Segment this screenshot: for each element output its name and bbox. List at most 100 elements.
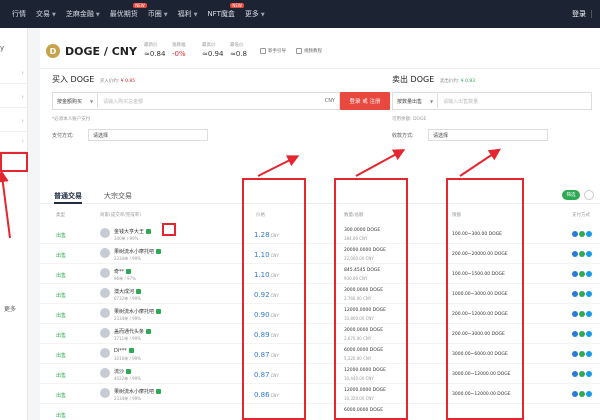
buy-title-text: 买入 DOGE — [52, 75, 95, 84]
sidebar-top-label: y — [0, 44, 5, 52]
avatar — [100, 268, 110, 278]
payment-methods — [572, 251, 593, 257]
buy-amount-input[interactable]: 请输入购买总金额 — [98, 98, 325, 105]
sell-ref-value: ¥ 0.83 — [460, 79, 476, 84]
alipay-icon — [586, 251, 592, 257]
sell-ref-price: 卖出价约: ¥ 0.83 — [440, 79, 475, 84]
verified-icon — [146, 329, 152, 334]
merchant-name[interactable]: 澳大成河 — [114, 288, 142, 295]
sidebar-item[interactable]: › — [0, 112, 28, 132]
nav-item[interactable]: 最优期货 NEW — [110, 3, 147, 19]
stat-label: 最新价 — [144, 43, 158, 48]
stat-label: 最高价 — [202, 43, 216, 48]
col-merchant: 商家(成交单/完成率) — [100, 213, 142, 218]
merchant-name[interactable]: 果树流水小摩托吧 — [114, 308, 162, 315]
book-icon — [260, 48, 266, 54]
merchant-name-text: 澳大成河 — [114, 289, 135, 295]
buy-ref-value: ¥ 0.85 — [120, 79, 136, 84]
bank-icon — [572, 251, 578, 257]
sell-pay-select[interactable]: 请选择 — [428, 129, 548, 141]
wechat-icon — [579, 331, 585, 337]
chevron-down-icon: ▼ — [90, 98, 94, 104]
stat-value: ≈0.8 — [230, 50, 247, 58]
alipay-icon — [586, 231, 592, 237]
stat-change: 涨跌幅 -0% — [172, 42, 186, 58]
buy-pay-select[interactable]: 请选择 — [88, 129, 208, 141]
merchant-name[interactable]: 金钱大亨大王 — [114, 228, 152, 235]
login-register-button[interactable]: 登录 或 注册 — [340, 92, 390, 110]
merchant-name[interactable]: 果树流水小摩托吧 — [114, 388, 162, 395]
nav-item-label: 币圈 — [147, 10, 162, 18]
video-link[interactable]: 视频教程 — [296, 48, 322, 54]
nav-item[interactable]: 更多 ▼ — [245, 9, 265, 19]
buy-note: *必须本人账户支付 — [52, 117, 91, 122]
order-type: 出售 — [56, 393, 67, 399]
nav-item-label: 更多 — [244, 10, 259, 18]
chevron-right-icon: › — [21, 93, 24, 101]
payment-methods — [572, 311, 593, 317]
guide-link-label: 新手引导 — [268, 49, 286, 54]
pair-header: D DOGE / CNY — [46, 36, 137, 66]
sell-mode-value: 按数量出售 — [397, 98, 423, 105]
avatar — [100, 348, 110, 358]
login-link[interactable]: 登录 — [572, 9, 586, 19]
merchant-name[interactable]: 奇** — [114, 268, 132, 275]
chevron-right-icon: › — [21, 117, 24, 125]
order-type: 出售 — [56, 333, 67, 339]
verified-icon — [128, 348, 134, 353]
nav-item[interactable]: 行情 — [12, 9, 26, 19]
chevron-down-icon: ▼ — [95, 12, 100, 18]
order-type: 出售 — [56, 233, 67, 239]
nav-item[interactable]: 芝麻金融 ▼ — [66, 9, 100, 19]
sidebar-more[interactable]: 更多 — [4, 304, 16, 313]
stat-value: ≈0.84 — [144, 50, 166, 58]
refresh-icon[interactable] — [584, 190, 594, 200]
guide-link[interactable]: 新手引导 — [260, 48, 286, 54]
sidebar-item[interactable]: › — [0, 132, 28, 152]
buy-mode-select[interactable]: 按金额购买 ▼ — [53, 94, 99, 108]
alipay-icon — [586, 391, 592, 397]
bank-icon — [572, 271, 578, 277]
sell-qty-input-group: 按数量出售 ▼ 请输入出售数量 — [392, 92, 592, 110]
nav-item-label: 行情 — [12, 10, 26, 18]
left-sidebar: y › › › › 更多 — [0, 28, 28, 420]
filter-button[interactable]: 筛选 — [562, 190, 580, 200]
sidebar-item[interactable]: › — [0, 64, 28, 84]
tab-normal-trade[interactable]: 普通交易 — [54, 191, 82, 201]
bank-icon — [572, 351, 578, 357]
nav-item[interactable]: 交易 ▼ — [36, 9, 56, 19]
sidebar-item[interactable]: › — [0, 88, 28, 108]
chevron-down-icon: ▼ — [193, 12, 198, 18]
merchant-name[interactable]: Di*** — [114, 348, 134, 354]
wechat-icon — [579, 271, 585, 277]
sell-mode-select[interactable]: 按数量出售 ▼ — [393, 94, 439, 108]
merchant-name-text: 奇** — [114, 269, 125, 275]
sell-qty-input[interactable]: 请输入出售数量 — [438, 98, 591, 105]
merchant-name[interactable]: 流沙 — [114, 368, 132, 375]
verified-icon — [136, 289, 142, 294]
nav-item[interactable]: 币圈 ▼ — [148, 9, 168, 19]
nav-item[interactable]: NFT魔盒 NEW — [207, 3, 244, 19]
tab-bulk-trade[interactable]: 大宗交易 — [104, 191, 132, 201]
payment-methods — [572, 291, 593, 297]
merchant-stats: 96单 / 97% — [114, 276, 136, 281]
alipay-icon — [586, 331, 592, 337]
stat-value: ≈0.94 — [202, 50, 224, 58]
sell-title: 卖出 DOGE 卖出价约: ¥ 0.83 — [392, 74, 475, 85]
avatar — [100, 368, 110, 378]
sidebar-item-selected[interactable] — [0, 152, 28, 172]
wechat-icon — [579, 251, 585, 257]
alipay-icon — [586, 311, 592, 317]
alipay-icon — [586, 291, 592, 297]
col-pay: 支付方式 — [572, 213, 590, 218]
merchant-stats: 6732单 / 99% — [114, 296, 141, 301]
stat-high: 最高价 ≈0.94 — [202, 42, 223, 58]
chevron-down-icon: ▼ — [52, 12, 56, 18]
merchant-name[interactable]: 果树流水小摩托吧 — [114, 248, 162, 255]
chevron-down-icon: ▼ — [430, 98, 434, 104]
payment-methods — [572, 391, 593, 397]
merchant-name[interactable]: 盖而通代头条 — [114, 328, 152, 335]
merchant-stats: 3016单 / 99% — [114, 356, 141, 361]
highlight-limit-column — [446, 178, 524, 420]
nav-item[interactable]: 福利 ▼ — [178, 9, 198, 19]
